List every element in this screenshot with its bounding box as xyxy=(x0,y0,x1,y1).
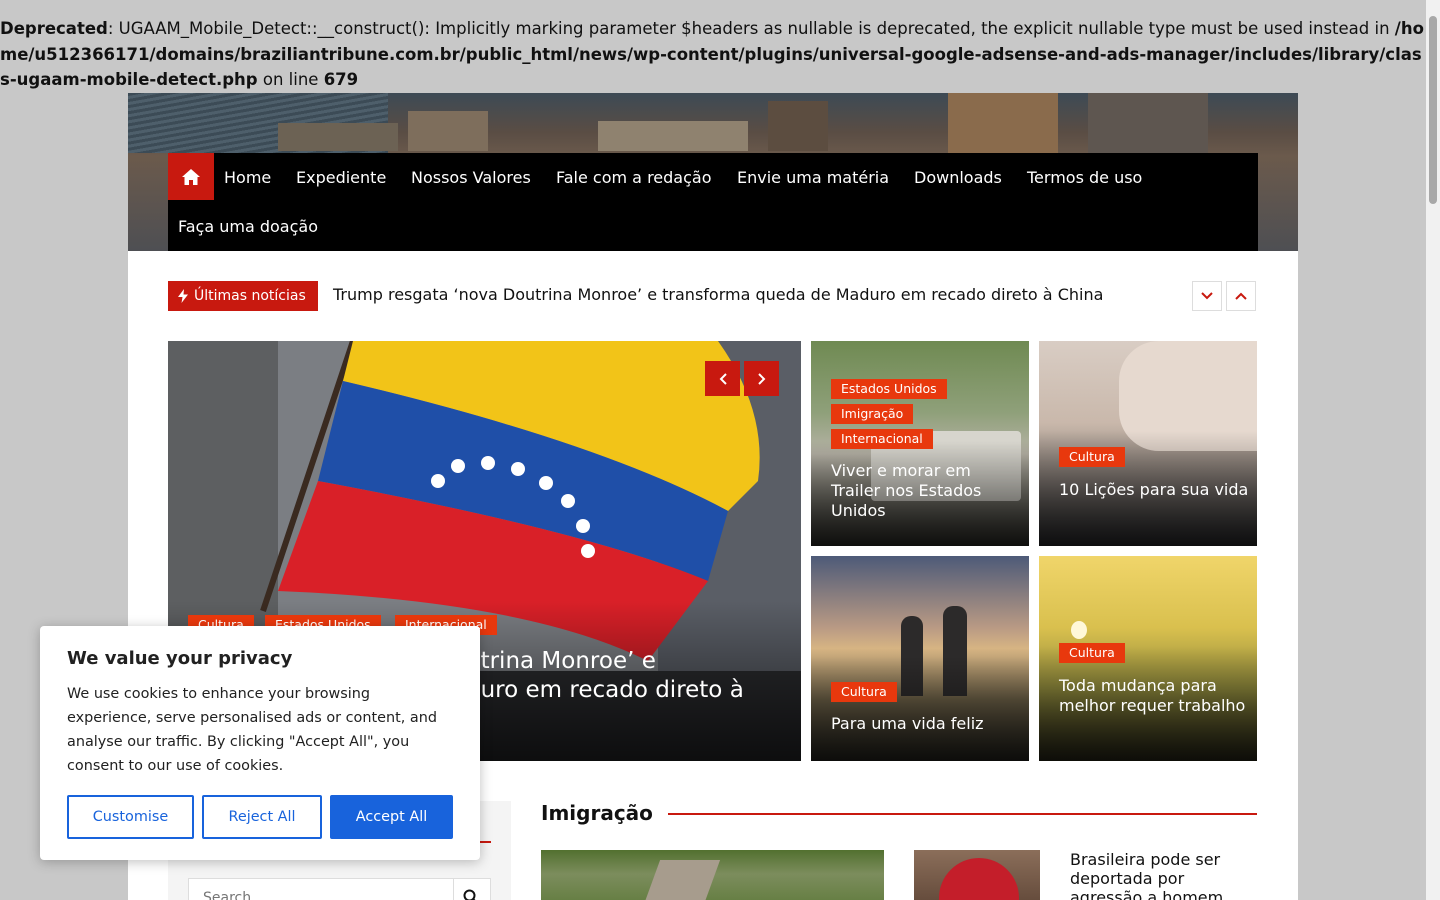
section-title-imigracao[interactable]: Imigração xyxy=(541,801,653,825)
warning-on-line: on line xyxy=(257,70,324,89)
search-widget xyxy=(188,878,491,900)
cookie-accept-button[interactable]: Accept All xyxy=(330,795,453,839)
nav-item-termos-de-uso[interactable]: Termos de uso xyxy=(1027,168,1142,188)
latest-news-text: Últimas notícias xyxy=(194,288,306,304)
card2-title[interactable]: 10 Lições para sua vida xyxy=(1059,480,1249,500)
slider-title-line2[interactable]: duro em recado direto à xyxy=(466,676,744,705)
search-input[interactable] xyxy=(189,879,451,900)
chevron-left-icon xyxy=(719,372,727,385)
nav-item-envie-materia[interactable]: Envie uma matéria xyxy=(737,168,889,188)
cookie-reject-button[interactable]: Reject All xyxy=(202,795,322,839)
chevron-right-icon xyxy=(757,372,765,385)
ticker-up-button[interactable] xyxy=(1226,281,1256,311)
card2-tag-cultura[interactable]: Cultura xyxy=(1059,447,1125,467)
home-icon xyxy=(182,168,200,185)
post-image-imigracao-2[interactable] xyxy=(914,850,1040,900)
card4-title[interactable]: Toda mudança para melhor requer trabalho xyxy=(1059,676,1249,716)
card1-title[interactable]: Viver e morar em Trailer nos Estados Uni… xyxy=(831,461,1021,521)
nav-item-home[interactable]: Home xyxy=(224,168,271,188)
lightning-icon xyxy=(178,289,188,303)
warning-message: : UGAAM_Mobile_Detect::__construct(): Im… xyxy=(107,19,1395,38)
nav-item-fale-com-redacao[interactable]: Fale com a redação xyxy=(556,168,711,188)
search-icon[interactable] xyxy=(463,889,479,900)
latest-news-label: Últimas notícias xyxy=(168,281,318,311)
warning-line-number: 679 xyxy=(323,70,359,89)
warning-label: Deprecated xyxy=(0,19,108,38)
post-card-licoes[interactable]: Cultura 10 Lições para sua vida xyxy=(1039,341,1257,546)
card3-tag-cultura[interactable]: Cultura xyxy=(831,682,897,702)
post-card-vida-feliz[interactable]: Cultura Para uma vida feliz xyxy=(811,556,1029,761)
card3-title[interactable]: Para uma vida feliz xyxy=(831,714,1021,734)
cookie-consent-banner: We value your privacy We use cookies to … xyxy=(40,626,480,860)
card1-tag-estados-unidos[interactable]: Estados Unidos xyxy=(831,379,947,399)
nav-home-button[interactable] xyxy=(168,153,214,200)
post-card-trailer[interactable]: Estados Unidos Imigração Internacional V… xyxy=(811,341,1029,546)
slider-title-line1[interactable]: utrina Monroe’ e xyxy=(466,647,656,676)
post-title-imigracao-2[interactable]: Brasileira pode ser deportada por agress… xyxy=(1070,850,1260,900)
slider-prev-button[interactable] xyxy=(705,361,740,396)
post-image-imigracao-1[interactable] xyxy=(541,850,884,900)
card4-tag-cultura[interactable]: Cultura xyxy=(1059,643,1125,663)
cookie-customise-button[interactable]: Customise xyxy=(67,795,194,839)
cookie-title: We value your privacy xyxy=(67,648,293,669)
ticker-headline[interactable]: Trump resgata ‘nova Doutrina Monroe’ e t… xyxy=(333,285,1103,304)
cookie-description: We use cookies to enhance your browsing … xyxy=(67,686,437,774)
page-scrollbar[interactable] xyxy=(1426,0,1440,900)
card1-tag-internacional[interactable]: Internacional xyxy=(831,429,933,449)
scrollbar-thumb[interactable] xyxy=(1429,16,1437,204)
php-deprecation-warning: Deprecated: UGAAM_Mobile_Detect::__const… xyxy=(0,16,1426,93)
chevron-up-icon xyxy=(1235,292,1247,300)
nav-item-downloads[interactable]: Downloads xyxy=(914,168,1002,188)
card1-tag-imigracao[interactable]: Imigração xyxy=(831,404,914,424)
chevron-down-icon xyxy=(1201,292,1213,300)
ticker-down-button[interactable] xyxy=(1192,281,1222,311)
slider-next-button[interactable] xyxy=(744,361,779,396)
section-divider xyxy=(668,813,1257,815)
nav-item-expediente[interactable]: Expediente xyxy=(296,168,386,188)
main-navigation: Home Expediente Nossos Valores Fale com … xyxy=(168,153,1258,251)
nav-item-nossos-valores[interactable]: Nossos Valores xyxy=(411,168,531,188)
post-card-mudanca[interactable]: Cultura Toda mudança para melhor requer … xyxy=(1039,556,1257,761)
nav-item-faca-doacao[interactable]: Faça uma doação xyxy=(178,217,318,237)
